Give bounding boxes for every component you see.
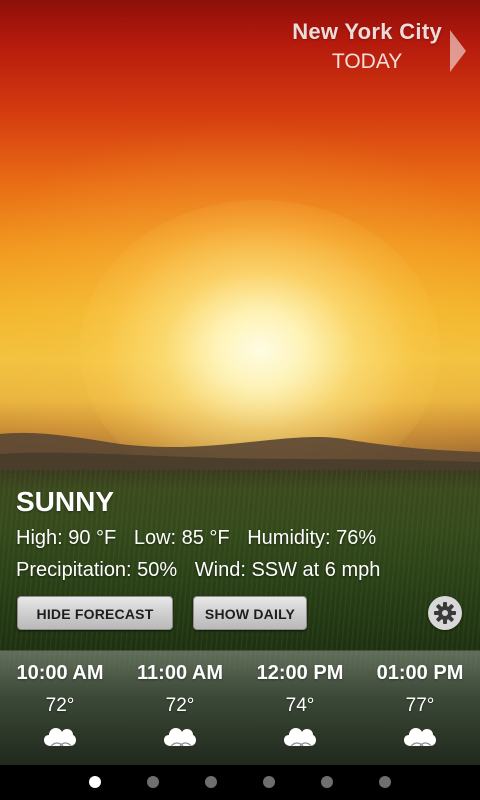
precipitation: Precipitation: 50% [16, 559, 178, 581]
hour-time: 12:00 PM [256, 662, 344, 684]
hour-temp: 77° [405, 695, 435, 716]
low-temp: Low: 85 °F [133, 527, 230, 549]
hour-item: 11:00 AM 72° [120, 651, 240, 752]
weather-screen: New York City TODAY SUNNY High: 90 °F Lo… [0, 0, 480, 800]
day-label: TODAY [331, 50, 403, 73]
cloud-icon [44, 728, 76, 747]
hide-forecast-button[interactable]: HIDE FORECAST [17, 596, 173, 630]
page-dot[interactable] [321, 776, 333, 788]
hour-time: 11:00 AM [137, 662, 223, 684]
condition-text: SUNNY [16, 486, 115, 517]
hourly-forecast[interactable]: 10:00 AM 72° 11:00 AM 72° 12:00 PM 74° 0… [0, 650, 480, 766]
gear-icon [434, 602, 456, 624]
hour-temp: 72° [45, 695, 75, 716]
hour-temp: 74° [285, 695, 315, 716]
cloud-icon [164, 728, 196, 747]
show-daily-button[interactable]: SHOW DAILY [193, 596, 307, 630]
humidity: Humidity: 76% [247, 527, 377, 549]
hour-time: 01:00 PM [376, 662, 464, 684]
next-arrow-icon[interactable] [450, 30, 466, 72]
hour-temp: 72° [165, 695, 195, 716]
page-dot[interactable] [147, 776, 159, 788]
page-dot[interactable] [89, 776, 101, 788]
temperature-row: High: 90 °F Low: 85 °F Humidity: 76% [16, 524, 466, 552]
city-name: New York City [292, 19, 442, 44]
page-indicator[interactable] [0, 765, 480, 800]
location-header[interactable]: New York City TODAY [292, 18, 442, 76]
current-conditions: SUNNY High: 90 °F Low: 85 °F Humidity: 7… [16, 484, 466, 584]
hour-item: 01:00 PM 77° [360, 651, 480, 752]
hour-time: 10:00 AM [16, 662, 104, 684]
page-dot[interactable] [205, 776, 217, 788]
precip-wind-row: Precipitation: 50% Wind: SSW at 6 mph [16, 556, 466, 584]
page-dot[interactable] [379, 776, 391, 788]
hour-item: 10:00 AM 72° [0, 651, 120, 752]
hour-item: 12:00 PM 74° [240, 651, 360, 752]
high-temp: High: 90 °F [16, 527, 117, 549]
page-dot[interactable] [263, 776, 275, 788]
wind: Wind: SSW at 6 mph [194, 559, 381, 581]
cloud-icon [284, 728, 316, 747]
cloud-icon [404, 728, 436, 747]
settings-button[interactable] [428, 596, 462, 630]
